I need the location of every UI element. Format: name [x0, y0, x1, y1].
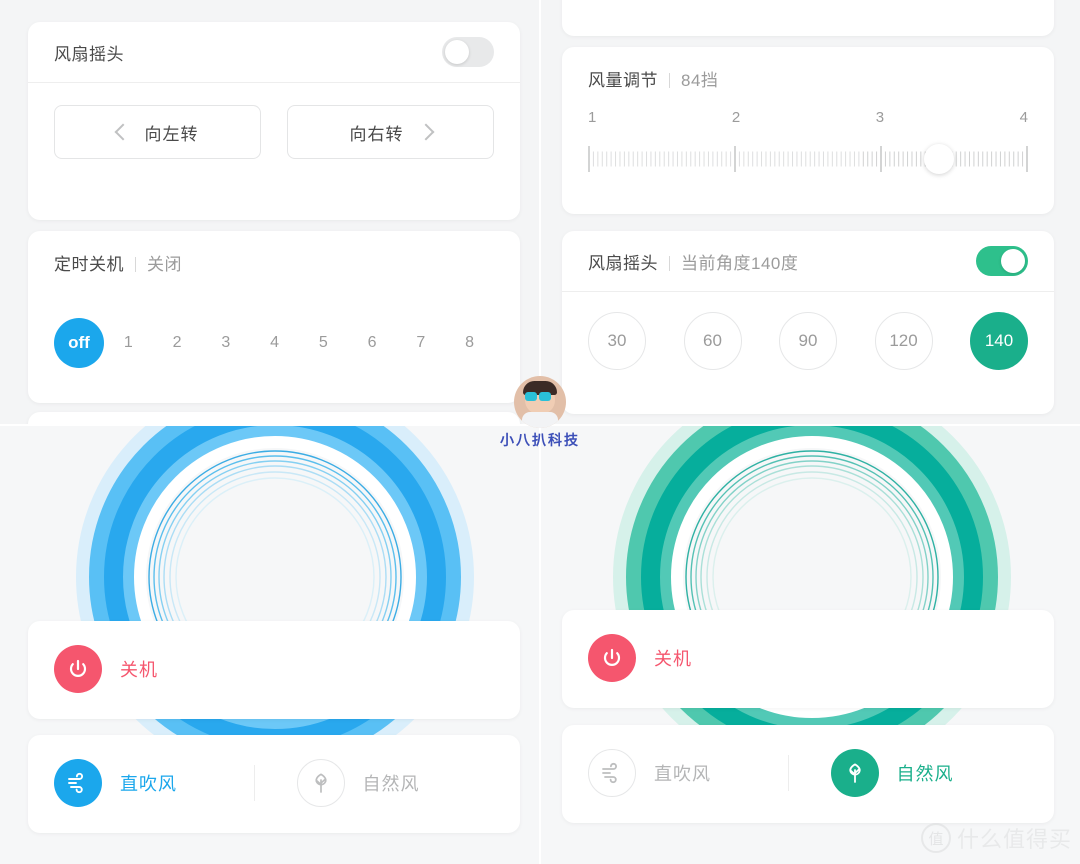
oscillation-card-green: 风扇摇头 当前角度140度 30 60 90 120 140 — [562, 231, 1054, 414]
panel-bottom-left: 关机 直吹风 自然风 — [0, 425, 540, 864]
mode-natural-blue[interactable]: 自然风 — [257, 759, 495, 807]
leaf-icon — [296, 759, 345, 807]
angle-option-90[interactable]: 90 — [779, 312, 837, 370]
title-separator — [135, 256, 136, 272]
airflow-slider[interactable] — [588, 140, 1028, 180]
power-label: 关机 — [120, 660, 158, 680]
airflow-value: 84挡 — [681, 70, 719, 90]
panel-bottom-right: 关机 直吹风 自然风 值 什么值得买 — [540, 425, 1080, 864]
toggle-knob — [445, 40, 469, 64]
wind-icon — [54, 759, 102, 807]
mode-direct-green[interactable]: 直吹风 — [588, 749, 786, 797]
timer-option-3[interactable]: 3 — [202, 334, 251, 352]
mode-card-green: 直吹风 自然风 — [562, 725, 1054, 823]
timer-option-4[interactable]: 4 — [250, 334, 299, 352]
airflow-scale-labels: 1 2 3 4 — [588, 109, 1028, 126]
ruler-ticks — [588, 146, 1028, 172]
toggle-knob — [1001, 249, 1025, 273]
scale-label-2: 2 — [731, 109, 741, 126]
timer-option-off[interactable]: off — [54, 318, 104, 368]
mode-row: 直吹风 自然风 — [562, 725, 1054, 821]
title-separator — [669, 72, 670, 88]
chevron-left-icon — [114, 123, 131, 141]
airflow-header: 风量调节 84挡 — [562, 47, 1054, 109]
mode-row: 直吹风 自然风 — [28, 735, 520, 831]
panel-top-right: 风量调节 84挡 1 2 3 4 风扇摇头 当前角度140度 30 60 90 … — [540, 0, 1080, 425]
oscillation-green-value: 当前角度140度 — [681, 253, 799, 273]
rotate-right-label: 向右转 — [349, 124, 404, 144]
oscillation-green-header: 风扇摇头 当前角度140度 — [562, 231, 1054, 291]
collage-seam-vertical-top — [539, 0, 541, 425]
power-icon — [588, 634, 636, 682]
airflow-card: 风量调节 84挡 1 2 3 4 — [562, 47, 1054, 214]
mode-separator — [787, 755, 789, 791]
scale-label-1: 1 — [588, 109, 597, 126]
oscillation-title: 风扇摇头 — [54, 44, 124, 64]
rotate-left-label: 向左转 — [144, 124, 199, 144]
oscillation-card: 风扇摇头 向左转 向右转 — [28, 22, 520, 220]
power-row: 关机 — [562, 610, 1054, 706]
panel-top-left: 风扇摇头 向左转 向右转 定时关机 关闭 off 1 2 3 4 5 6 7 8 — [0, 0, 540, 425]
timer-option-8[interactable]: 8 — [445, 334, 494, 352]
power-card-green[interactable]: 关机 — [562, 610, 1054, 708]
timer-option-1[interactable]: 1 — [104, 334, 153, 352]
airflow-slider-wrap: 1 2 3 4 — [562, 109, 1054, 206]
scale-label-4: 4 — [1019, 109, 1028, 126]
oscillation-green-toggle[interactable] — [976, 246, 1028, 276]
angle-option-30[interactable]: 30 — [588, 312, 646, 370]
title-separator — [669, 255, 670, 271]
partial-card-top — [562, 0, 1054, 36]
angle-options-row: 30 60 90 120 140 — [562, 292, 1054, 392]
timer-option-5[interactable]: 5 — [299, 334, 348, 352]
timer-header: 定时关机 关闭 — [28, 231, 520, 293]
timer-option-2[interactable]: 2 — [153, 334, 202, 352]
timer-title: 定时关机 — [54, 254, 124, 274]
angle-option-120[interactable]: 120 — [874, 312, 933, 370]
rotate-row: 向左转 向右转 — [28, 83, 520, 183]
chevron-right-icon — [417, 123, 434, 141]
oscillation-toggle[interactable] — [442, 37, 494, 67]
rotate-left-button[interactable]: 向左转 — [54, 105, 261, 159]
angle-option-140[interactable]: 140 — [970, 312, 1028, 370]
power-row: 关机 — [28, 621, 520, 717]
mode-direct-label: 直吹风 — [654, 764, 711, 784]
rotate-right-button[interactable]: 向右转 — [287, 105, 494, 159]
mode-direct-blue[interactable]: 直吹风 — [54, 759, 252, 807]
power-icon — [54, 645, 102, 693]
scale-label-3: 3 — [875, 109, 885, 126]
mode-natural-green[interactable]: 自然风 — [791, 749, 1029, 797]
timer-value: 关闭 — [147, 254, 182, 274]
power-label: 关机 — [654, 649, 692, 669]
timer-option-7[interactable]: 7 — [397, 334, 446, 352]
oscillation-header: 风扇摇头 — [28, 22, 520, 82]
mode-natural-label: 自然风 — [362, 774, 420, 794]
mode-separator — [253, 765, 255, 801]
timer-option-6[interactable]: 6 — [348, 334, 397, 352]
timer-options-row: off 1 2 3 4 5 6 7 8 — [28, 293, 520, 393]
timer-card: 定时关机 关闭 off 1 2 3 4 5 6 7 8 — [28, 231, 520, 403]
power-card-blue[interactable]: 关机 — [28, 621, 520, 719]
mode-direct-label: 直吹风 — [120, 774, 177, 794]
leaf-icon — [830, 749, 879, 797]
airflow-title: 风量调节 — [588, 70, 658, 90]
wind-icon — [588, 749, 636, 797]
oscillation-green-title: 风扇摇头 — [588, 253, 658, 273]
angle-option-60[interactable]: 60 — [683, 312, 742, 370]
mode-natural-label: 自然风 — [896, 764, 954, 784]
mode-card-blue: 直吹风 自然风 — [28, 735, 520, 833]
collage-seam-vertical-bottom — [539, 425, 541, 864]
